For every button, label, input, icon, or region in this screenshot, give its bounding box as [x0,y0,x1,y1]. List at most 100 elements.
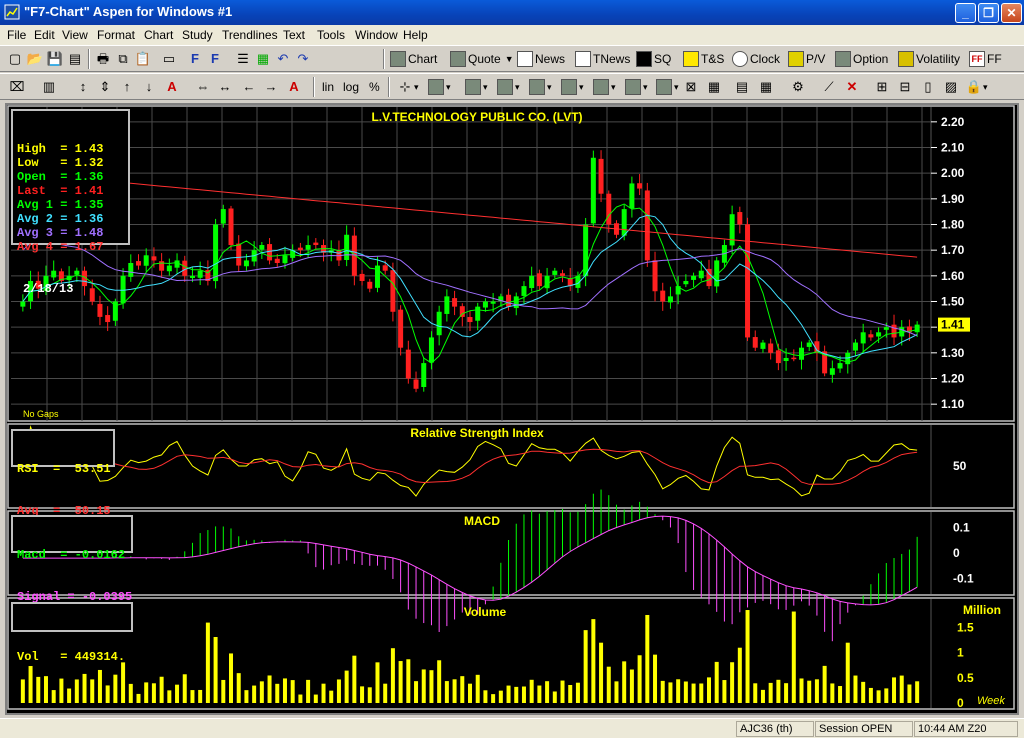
volume-bar [352,655,357,703]
undo-icon: ↶ [277,51,289,66]
table-button[interactable]: ▦ [757,77,775,97]
quote-button[interactable]: Quote ▼ [450,49,514,69]
chart-button[interactable]: Chart [390,49,437,69]
clock-button[interactable]: Clock [732,49,780,69]
clock-status: 10:44 AM Z20 [914,721,1018,737]
volume-bar [683,681,688,703]
volume-bar [537,685,542,703]
candle-body [228,208,234,246]
restore-button[interactable]: ❐ [978,3,999,23]
text-tool-button[interactable]: A [163,77,181,97]
compress-vertical-button[interactable]: ⇕ [96,77,114,97]
f-button-1[interactable]: F [186,49,204,69]
news-button[interactable]: News [517,49,565,69]
paste-button[interactable]: 📋 [134,49,152,69]
crosshair-button[interactable]: ⊹ ▾ [396,77,419,97]
option-button[interactable]: Option [835,49,888,69]
save-all-icon: ▤ [68,51,82,66]
pv-button[interactable]: P/V [788,49,825,69]
menu-format[interactable]: Format [97,28,135,42]
redo-button[interactable]: ↷ [294,49,312,69]
chart-type-2-button[interactable]: ▾ [497,77,520,97]
option-icon [835,51,851,67]
ff-button[interactable]: FF FF [969,49,1002,69]
chart-type-6-button[interactable]: ▾ [625,77,648,97]
scroll-up-button[interactable]: ↑ [118,77,136,97]
menu-edit[interactable]: Edit [34,28,55,42]
sq-button[interactable]: SQ [636,49,671,69]
tnews-button[interactable]: TNews [575,49,630,69]
trendline-button[interactable]: ⟋ [820,77,838,97]
candle-body [151,256,157,261]
chart-picture-button[interactable]: ▨ [942,77,960,97]
add-panel-button[interactable]: ⊞ [873,77,891,97]
status-bar: AJC36 (th) Session OPEN 10:44 AM Z20 [0,718,1024,738]
menu-file[interactable]: File [7,28,26,42]
lock-button[interactable]: 🔒 ▾ [965,77,988,97]
save-button[interactable]: 💾 [46,49,64,69]
print-button[interactable]: 🖶 [94,49,112,69]
chart-type-4-button[interactable]: ▾ [561,77,584,97]
expand-horizontal-button[interactable]: ↔ [216,77,234,97]
scroll-down-button[interactable]: ↓ [140,77,158,97]
percent-scale-button[interactable]: % [369,77,380,97]
menu-study[interactable]: Study [182,28,213,42]
close-button[interactable]: ✕ [1001,3,1022,23]
menu-text[interactable]: Text [283,28,305,42]
ts-button[interactable]: T&S [683,49,724,69]
chart-type-1-button[interactable]: ▾ [465,77,488,97]
menu-trendlines[interactable]: Trendlines [222,28,278,42]
volatility-button[interactable]: Volatility [898,49,960,69]
legend-label: Avg 2 = [17,212,68,226]
menu-tools[interactable]: Tools [317,28,345,42]
delete-button[interactable]: ✕ [843,77,861,97]
open-button[interactable]: 📂 [26,49,44,69]
log-scale-label: log [343,80,360,94]
candle-body [629,183,635,209]
macd-axis-label: 0.1 [953,521,970,535]
f-button-2[interactable]: F [206,49,224,69]
title-bar[interactable]: "F7-Chart" Aspen for Windows #1 _ ❐ ✕ [0,0,1024,25]
page-button[interactable]: ▯ [919,77,937,97]
copy-button[interactable]: ⧉ [114,49,132,69]
studies-button[interactable]: ▾ [428,77,451,97]
menu-window[interactable]: Window [355,28,398,42]
chart-type-3-button[interactable]: ▾ [529,77,552,97]
price-axis-label: 1.60 [941,269,965,283]
scroll-left-button[interactable]: ← [240,77,258,97]
chart-canvas[interactable]: 2.202.102.001.901.801.701.601.501.401.30… [7,105,1017,713]
candle-body [475,306,481,321]
new-button[interactable]: ▢ [6,49,24,69]
clock-icon [732,51,748,67]
grid-button[interactable]: ▦ [254,49,272,69]
window-list-button[interactable]: ▤ [733,77,751,97]
candle-body [166,265,172,272]
chart-type-5-button[interactable]: ▾ [593,77,616,97]
log-scale-button[interactable]: log [343,77,359,97]
overlay-button[interactable]: ▾ [656,77,679,97]
menu-view[interactable]: View [62,28,88,42]
macd-legend: Macd = -0.0162 Signal = -0.0395 [11,515,133,604]
minimize-button[interactable]: _ [955,3,976,23]
text-tool-2-button[interactable]: A [285,77,303,97]
save-all-button[interactable]: ▤ [66,49,84,69]
expand-vertical-button[interactable]: ↕ [74,77,92,97]
window-button[interactable]: ▭ [160,49,178,69]
list-button[interactable]: ☰ [234,49,252,69]
settings-button[interactable]: ⚙ [789,77,807,97]
linear-scale-button[interactable]: lin [322,77,334,97]
scroll-right-button[interactable]: → [262,77,280,97]
toolbar-separator [88,49,90,69]
volume-axis-label: 0.5 [957,671,974,685]
snapshot-button[interactable]: ⌧ [8,77,26,97]
chart-window[interactable]: 2.202.102.001.901.801.701.601.501.401.30… [5,103,1019,715]
tnews-label: TNews [593,52,631,66]
menu-chart[interactable]: Chart [144,28,173,42]
grid-toggle-button[interactable]: ▦ [705,77,723,97]
menu-help[interactable]: Help [403,28,428,42]
compress-horizontal-button[interactable]: ⇔ [194,77,212,97]
remove-panel-button[interactable]: ⊟ [896,77,914,97]
delete-study-button[interactable]: ⊠ [682,77,700,97]
bars-button[interactable]: ▥ [40,77,58,97]
undo-button[interactable]: ↶ [274,49,292,69]
